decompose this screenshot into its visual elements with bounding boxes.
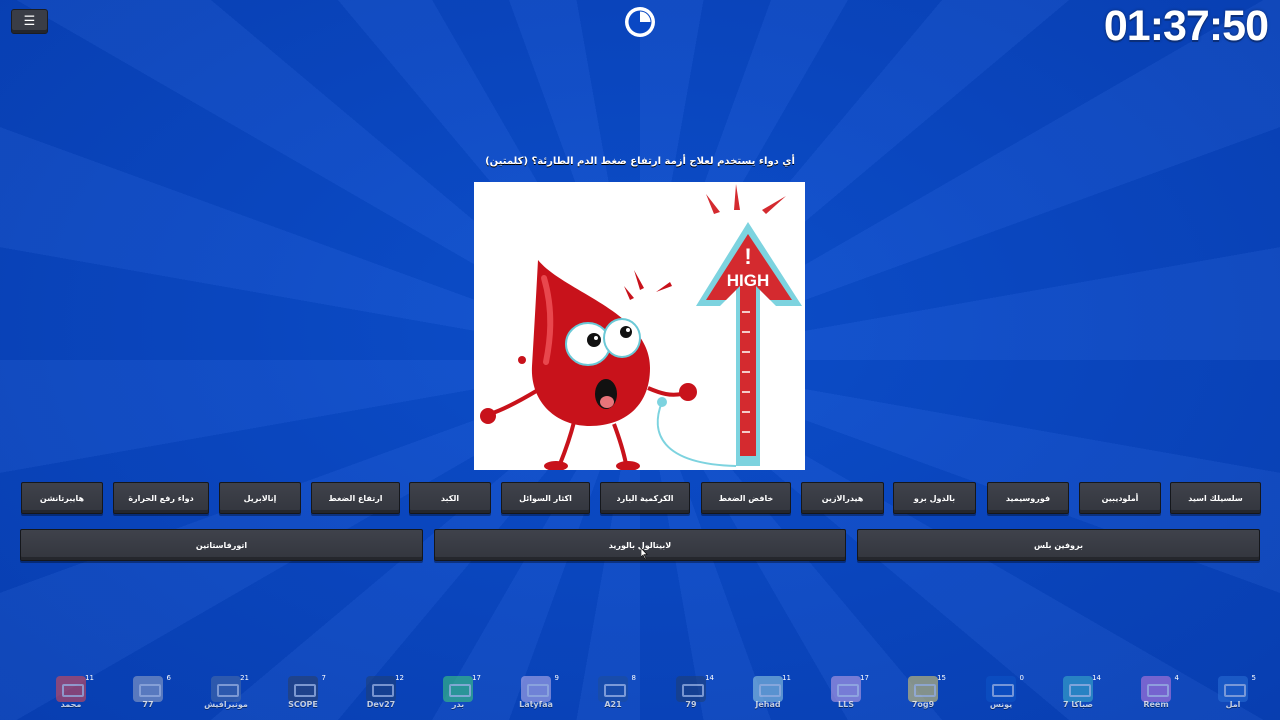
player-avatar [366,676,396,702]
player-name: Latyfaa [519,700,553,709]
player-score: 6 [166,674,171,682]
player-slot: 0 يونس [976,668,1026,716]
player-name: 79 [685,700,697,709]
player-avatar [831,676,861,702]
player-avatar [1141,676,1171,702]
player-slot: 17 بدر [433,668,483,716]
player-avatar [443,676,473,702]
player-slot: 14 صباكا 7 [1053,668,1103,716]
player-score: 11 [782,674,791,682]
player-name: مونيرافيش [204,700,248,709]
player-name: صباكا 7 [1062,700,1094,709]
countdown-timer: 01:37:50 [1103,2,1269,50]
answer-button[interactable]: هايبرتانشن [21,482,103,514]
wide-answer-button[interactable]: اتورفاستاتين [20,529,423,561]
high-arrow-sign: ! HIGH [696,184,802,466]
answer-button[interactable]: فوروسيميد [987,482,1069,514]
player-slot: 9 Latyfaa [511,668,561,716]
player-slot: 11 Jehad [743,668,793,716]
player-score: 4 [1174,674,1179,682]
player-name: 77 [142,700,154,709]
player-score: 7 [321,674,326,682]
answer-button[interactable]: ارتفاع الضغط [311,482,400,514]
player-avatar [908,676,938,702]
player-name: Dev27 [366,700,396,709]
mouse-cursor-icon [641,548,648,559]
answer-button[interactable]: هيدرالازين [801,482,884,514]
player-slot: 11 محمد [46,668,96,716]
player-name: امل [1225,700,1241,709]
answer-button[interactable]: دواء رفع الحرارة [113,482,209,514]
player-name: Reem [1143,700,1169,709]
player-name: بدر [451,700,465,709]
player-name: Jehad [755,700,781,709]
answer-button[interactable]: سلسيلك اسيد [1170,482,1261,514]
wide-answer-button[interactable]: لابيتالول بالوريد [434,529,846,561]
player-avatar [56,676,86,702]
player-avatar [1063,676,1093,702]
player-avatar [676,676,706,702]
answer-button[interactable]: بالدول برو [893,482,976,514]
sign-exclamation: ! [744,244,751,269]
player-score: 0 [1019,674,1024,682]
answer-button[interactable]: الكبد [409,482,491,514]
answer-button[interactable]: إنالابريل [219,482,301,514]
player-score: 9 [554,674,559,682]
player-score: 5 [1251,674,1256,682]
player-score: 14 [705,674,714,682]
player-slot: 5 امل [1208,668,1258,716]
wide-answer-row: بروفين بلس لابيتالول بالوريد اتورفاستاتي… [20,529,1260,561]
question-text: أي دواء يستخدم لعلاج أزمة ارتفاع ضغط الد… [485,156,795,167]
players-bar: 5 امل 4 Reem 14 صباكا 7 0 يونس 15 7og9 17 LLS 11 Jeha… [0,668,1280,720]
player-score: 11 [85,674,94,682]
answer-button[interactable]: خافض الضغط [701,482,791,514]
answer-button[interactable]: اكثار السوائل [501,482,590,514]
clock-icon [625,7,655,37]
hamburger-icon: ☰ [23,14,36,29]
menu-button[interactable]: ☰ [11,9,48,34]
player-avatar [521,676,551,702]
player-slot: 14 79 [666,668,716,716]
player-score: 17 [472,674,481,682]
player-name: يونس [989,700,1013,709]
player-avatar [598,676,628,702]
player-slot: 4 Reem [1131,668,1181,716]
player-name: SCOPE [288,700,318,709]
player-slot: 12 Dev27 [356,668,406,716]
player-avatar [133,676,163,702]
player-name: محمد [60,700,82,709]
blood-drop-illustration: ! HIGH [480,184,802,470]
player-slot: 8 A21 [588,668,638,716]
player-score: 15 [937,674,946,682]
player-slot: 15 7og9 [898,668,948,716]
player-avatar [753,676,783,702]
answer-button[interactable]: أملوديبين [1079,482,1161,514]
wide-answer-button[interactable]: بروفين بلس [857,529,1260,561]
sign-high-text: HIGH [727,271,770,290]
player-score: 8 [631,674,636,682]
player-name: LLS [838,700,854,709]
question-image: ! HIGH [474,182,805,470]
player-avatar [986,676,1016,702]
player-avatar [211,676,241,702]
player-slot: 17 LLS [821,668,871,716]
player-score: 12 [395,674,404,682]
answer-button[interactable]: الكركمية البارد [600,482,690,514]
player-score: 21 [240,674,249,682]
player-slot: 21 مونيرافيش [201,668,251,716]
player-slot: 7 SCOPE [278,668,328,716]
player-name: 7og9 [911,700,935,709]
answer-options-row: سلسيلك اسيد أملوديبين فوروسيميد بالدول ب… [21,482,1261,514]
player-score: 14 [1092,674,1101,682]
player-avatar [288,676,318,702]
player-name: A21 [604,700,622,709]
player-slot: 6 77 [123,668,173,716]
player-score: 17 [860,674,869,682]
blood-drop-character [480,260,697,470]
player-avatar [1218,676,1248,702]
